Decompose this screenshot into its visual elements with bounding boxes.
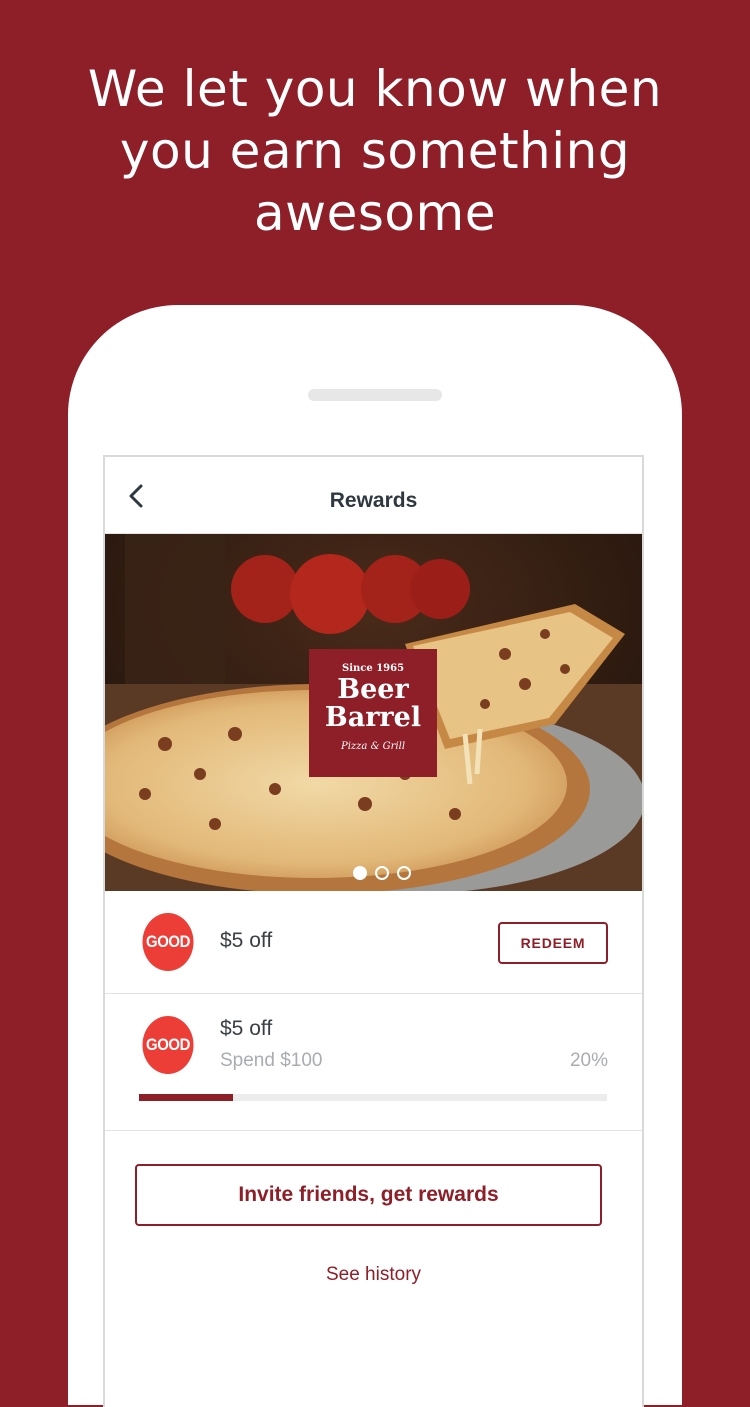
app-screen: Rewards Since 1965 Beer Barrel Pizza & G… [103, 455, 644, 1407]
see-history-link[interactable]: See history [105, 1263, 642, 1287]
headline: We let you know when you earn something … [0, 58, 750, 244]
logo-since: Since 1965 [341, 663, 405, 674]
hero-banner: Since 1965 Beer Barrel Pizza & Grill [105, 534, 642, 891]
carousel-dot-3[interactable] [397, 866, 411, 880]
reward-title: $5 off [220, 1017, 273, 1040]
redeem-button[interactable]: REDEEM [498, 922, 608, 964]
carousel-dot-1[interactable] [353, 866, 367, 880]
progress-bar [139, 1094, 607, 1101]
invite-friends-button[interactable]: Invite friends, get rewards [135, 1164, 602, 1226]
phone-speaker [308, 389, 442, 401]
page-title: Rewards [329, 489, 418, 512]
headline-line-3: awesome [254, 184, 496, 242]
reward-row: GOOD $5 off Spend $100 20% [105, 994, 642, 1131]
good-badge: GOOD [142, 913, 194, 971]
progress-percent: 20% [569, 1050, 608, 1071]
reward-row: GOOD $5 off REDEEM [105, 891, 642, 994]
progress-fill [139, 1094, 233, 1101]
headline-line-1: We let you know when [87, 60, 663, 118]
reward-requirement: Spend $100 [220, 1050, 323, 1071]
carousel-dot-2[interactable] [375, 866, 389, 880]
logo-word-2: Barrel [324, 702, 422, 733]
good-badge: GOOD [142, 1016, 194, 1074]
nav-bar: Rewards [105, 457, 642, 534]
logo-word-1: Beer [337, 674, 409, 705]
logo-tagline: Pizza & Grill [340, 741, 406, 752]
headline-line-2: you earn something [119, 122, 631, 180]
reward-title: $5 off [220, 929, 273, 952]
brand-logo: Since 1965 Beer Barrel Pizza & Grill [309, 649, 437, 777]
carousel-dots[interactable] [353, 866, 419, 880]
phone-frame: Rewards Since 1965 Beer Barrel Pizza & G… [68, 305, 682, 1407]
